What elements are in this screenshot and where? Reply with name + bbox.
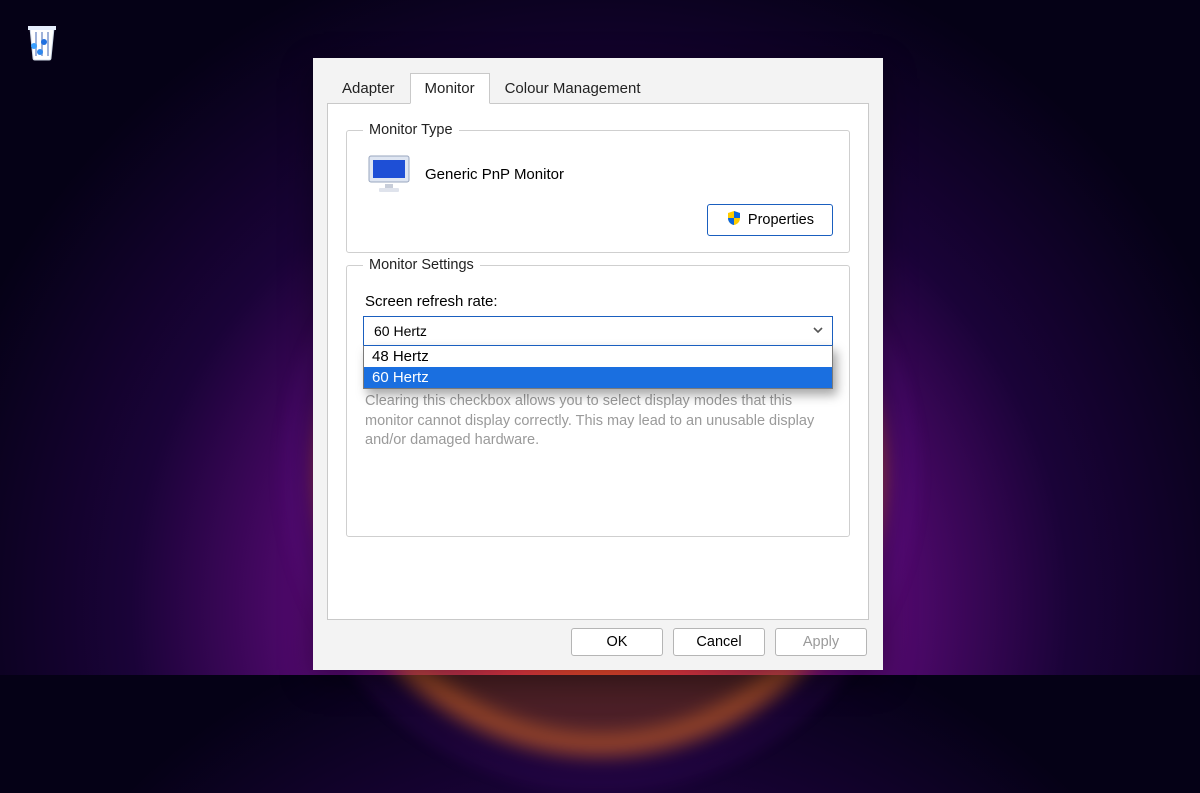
hide-modes-hint: Clearing this checkbox allows you to sel… <box>363 392 833 451</box>
cancel-button[interactable]: Cancel <box>673 628 765 656</box>
monitor-device-name: Generic PnP Monitor <box>425 166 564 183</box>
recycle-bin-icon[interactable] <box>22 18 62 62</box>
refresh-option-60hz[interactable]: 60 Hertz <box>364 367 832 388</box>
refresh-rate-dropdown: 48 Hertz 60 Hertz <box>363 345 833 389</box>
tab-bar: Adapter Monitor Colour Management <box>313 58 883 103</box>
apply-button[interactable]: Apply <box>775 628 867 656</box>
refresh-rate-label: Screen refresh rate: <box>365 293 833 310</box>
tab-panel-monitor: Monitor Type Generic PnP Monitor <box>327 103 869 620</box>
properties-button-label: Properties <box>748 212 814 228</box>
monitor-type-group: Monitor Type Generic PnP Monitor <box>346 122 850 253</box>
ok-button[interactable]: OK <box>571 628 663 656</box>
chevron-down-icon <box>812 323 824 339</box>
refresh-option-48hz[interactable]: 48 Hertz <box>364 346 832 367</box>
tab-monitor[interactable]: Monitor <box>410 73 490 104</box>
monitor-type-legend: Monitor Type <box>363 122 459 138</box>
shield-icon <box>726 210 742 230</box>
refresh-rate-value: 60 Hertz <box>374 323 427 339</box>
monitor-settings-legend: Monitor Settings <box>363 257 480 273</box>
monitor-device-icon <box>367 154 411 194</box>
tab-colour-management[interactable]: Colour Management <box>490 73 656 104</box>
tab-adapter[interactable]: Adapter <box>327 73 410 104</box>
dialog-button-bar: OK Cancel Apply <box>313 628 883 670</box>
monitor-settings-group: Monitor Settings Screen refresh rate: 60… <box>346 257 850 537</box>
properties-button[interactable]: Properties <box>707 204 833 236</box>
refresh-rate-combobox[interactable]: 60 Hertz 48 Hertz 60 Hertz <box>363 316 833 346</box>
monitor-properties-dialog: Adapter Monitor Colour Management Monito… <box>313 58 883 670</box>
